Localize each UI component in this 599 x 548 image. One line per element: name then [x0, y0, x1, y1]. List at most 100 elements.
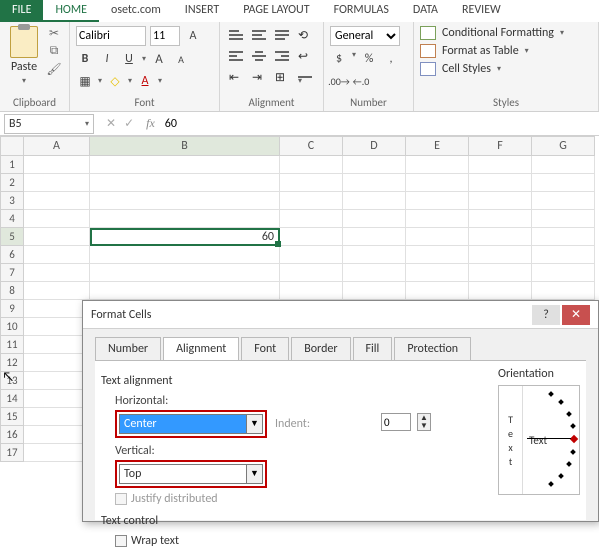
cell[interactable] [280, 156, 343, 174]
align-middle-button[interactable] [249, 26, 269, 44]
tab-data[interactable]: DATA [401, 0, 450, 22]
percent-button[interactable]: % [360, 50, 378, 68]
number-format-select[interactable]: General [330, 26, 400, 46]
cell[interactable] [406, 246, 469, 264]
row-header[interactable]: 5 [0, 228, 24, 246]
copy-icon[interactable]: ⧉ [46, 44, 62, 58]
col-header-c[interactable]: C [280, 136, 343, 156]
cell[interactable] [406, 174, 469, 192]
cell[interactable] [24, 228, 90, 246]
cell[interactable] [24, 408, 90, 426]
tab-pagelayout[interactable]: PAGE LAYOUT [231, 0, 321, 22]
tab-formulas[interactable]: FORMULAS [322, 0, 401, 22]
cell[interactable] [406, 228, 469, 246]
cell[interactable] [343, 264, 406, 282]
cell[interactable] [280, 210, 343, 228]
row-header[interactable]: 3 [0, 192, 24, 210]
cell[interactable] [280, 174, 343, 192]
row-header[interactable]: 15 [0, 408, 24, 426]
font-color-button[interactable]: A [136, 72, 154, 90]
cell[interactable] [343, 246, 406, 264]
row-header[interactable]: 6 [0, 246, 24, 264]
font-size-select[interactable] [150, 26, 180, 46]
col-header-g[interactable]: G [532, 136, 595, 156]
cell[interactable] [469, 228, 532, 246]
cell[interactable] [469, 264, 532, 282]
decrease-indent-button[interactable]: ⇤ [226, 68, 246, 86]
cell[interactable] [406, 264, 469, 282]
wrap-text-checkbox[interactable]: Wrap text [115, 534, 580, 548]
italic-button[interactable]: I [98, 50, 116, 68]
col-header-f[interactable]: F [469, 136, 532, 156]
cell[interactable] [343, 192, 406, 210]
row-header[interactable]: 10 [0, 318, 24, 336]
vertical-combo[interactable]: Top ▼ [119, 464, 263, 484]
align-bottom-button[interactable] [272, 26, 292, 44]
cell[interactable] [90, 264, 280, 282]
horizontal-combo[interactable]: Center ▼ [119, 414, 263, 434]
chevron-down-icon[interactable]: ▼ [246, 415, 262, 433]
cell[interactable] [24, 282, 90, 300]
col-header-a[interactable]: A [24, 136, 90, 156]
cell[interactable] [24, 390, 90, 408]
increase-indent-button[interactable]: ⇥ [249, 68, 269, 86]
cell[interactable] [343, 228, 406, 246]
cell[interactable] [280, 246, 343, 264]
decrease-decimal-button[interactable]: ←.0 [352, 72, 370, 90]
paste-button[interactable]: Paste ▾ [6, 26, 42, 86]
cell[interactable] [280, 264, 343, 282]
help-button[interactable]: ? [532, 305, 560, 325]
conditional-formatting-button[interactable]: Conditional Formatting▾ [420, 26, 592, 40]
name-box[interactable]: B5▾ [4, 114, 94, 134]
indent-input[interactable] [381, 413, 411, 431]
cell[interactable] [90, 174, 280, 192]
orientation-button[interactable]: ⟲ [295, 26, 315, 44]
cell[interactable] [469, 246, 532, 264]
cell[interactable] [532, 282, 595, 300]
align-top-button[interactable] [226, 26, 246, 44]
shrink-font-icon[interactable]: A [172, 50, 190, 68]
cell[interactable] [406, 192, 469, 210]
row-header[interactable]: 17 [0, 444, 24, 462]
row-header[interactable]: 11 [0, 336, 24, 354]
cell[interactable] [24, 444, 90, 462]
cell[interactable] [532, 264, 595, 282]
comma-button[interactable]: , [382, 50, 400, 68]
row-header[interactable]: 8 [0, 282, 24, 300]
tab-file[interactable]: FILE [0, 0, 43, 22]
cell[interactable] [532, 174, 595, 192]
cell[interactable] [24, 210, 90, 228]
tab-osetc[interactable]: osetc.com [99, 0, 173, 22]
formula-input[interactable] [161, 114, 599, 134]
grow-font-icon[interactable]: A [184, 27, 202, 45]
dialog-tab-number[interactable]: Number [95, 337, 161, 360]
cell[interactable] [90, 246, 280, 264]
cell[interactable] [469, 174, 532, 192]
col-header-d[interactable]: D [343, 136, 406, 156]
increase-decimal-button[interactable]: .00→ [330, 72, 348, 90]
dialog-tab-alignment[interactable]: Alignment [163, 337, 239, 360]
dialog-tab-protection[interactable]: Protection [394, 337, 471, 360]
cell[interactable] [90, 210, 280, 228]
cell-styles-button[interactable]: Cell Styles▾ [420, 62, 592, 76]
row-header[interactable]: 16 [0, 426, 24, 444]
dialog-tab-fill[interactable]: Fill [353, 337, 393, 360]
cell[interactable] [343, 210, 406, 228]
align-left-button[interactable] [226, 47, 246, 65]
cell[interactable] [469, 192, 532, 210]
col-header-b[interactable]: B [90, 136, 280, 156]
cell[interactable] [280, 282, 343, 300]
cell[interactable] [532, 210, 595, 228]
cell[interactable] [343, 174, 406, 192]
cell[interactable] [24, 354, 90, 372]
cell[interactable] [343, 282, 406, 300]
cell[interactable] [406, 156, 469, 174]
row-header[interactable]: 9 [0, 300, 24, 318]
format-painter-icon[interactable]: 🖌 [46, 62, 62, 76]
chevron-down-icon[interactable]: ▼ [246, 465, 262, 483]
cell[interactable] [24, 318, 90, 336]
cell[interactable] [24, 372, 90, 390]
row-header[interactable]: 4 [0, 210, 24, 228]
format-as-table-button[interactable]: Format as Table▾ [420, 44, 592, 58]
cell[interactable]: 60 [90, 228, 280, 246]
